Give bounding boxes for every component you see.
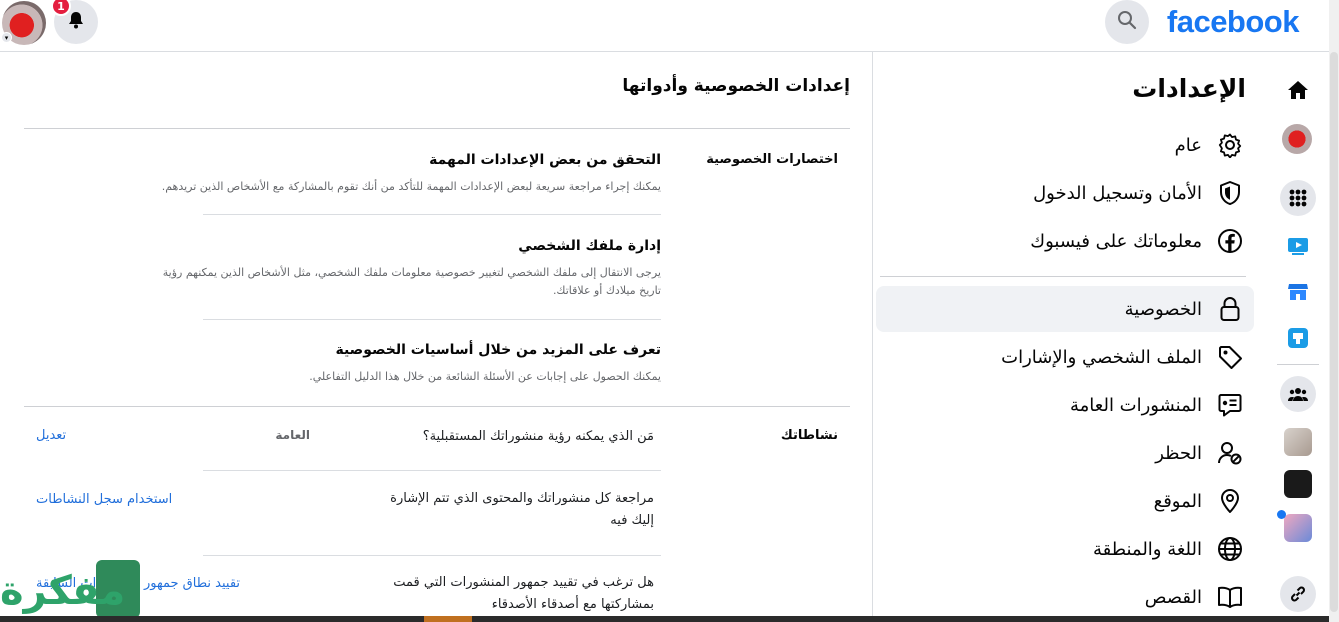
menu-divider xyxy=(880,276,1246,277)
book-icon xyxy=(1214,581,1246,613)
menu-item-label: الموقع xyxy=(1153,490,1202,512)
your-activity-label: نشاطاتك xyxy=(780,428,838,443)
shortcut-privacy-basics[interactable]: تعرف على المزيد من خلال أساسيات الخصوصية… xyxy=(141,342,661,386)
marketplace-icon[interactable] xyxy=(1284,278,1312,306)
watermark-logo: مفكرة xyxy=(0,560,150,622)
row-divider xyxy=(203,555,661,556)
link-icon[interactable] xyxy=(1280,576,1316,612)
shortcut-title: تعرف على المزيد من خلال أساسيات الخصوصية xyxy=(335,342,661,358)
menu-item-label: الأمان وتسجيل الدخول xyxy=(1033,182,1202,204)
group-thumb[interactable] xyxy=(1284,514,1312,542)
taskbar-strip xyxy=(0,616,1329,622)
gaming-icon[interactable] xyxy=(1284,324,1312,352)
shortcut-rail xyxy=(1266,52,1329,622)
menu-item-stories[interactable]: القصص xyxy=(876,574,1254,620)
activity-log-link[interactable]: استخدام سجل النشاطات xyxy=(36,492,172,507)
page-title: إعدادات الخصوصية وأدواتها xyxy=(622,76,850,96)
shield-icon xyxy=(1214,177,1246,209)
block-user-icon xyxy=(1214,437,1246,469)
globe-icon xyxy=(1214,533,1246,565)
bell-icon xyxy=(66,10,86,34)
menu-item-label: عام xyxy=(1174,134,1202,156)
section-divider xyxy=(24,406,850,407)
menu-item-label: الخصوصية xyxy=(1124,298,1202,320)
group-thumb[interactable] xyxy=(1284,470,1312,498)
menu-item-language-region[interactable]: اللغة والمنطقة xyxy=(876,526,1254,572)
scrollbar-thumb[interactable] xyxy=(1330,52,1338,612)
menu-item-label: الملف الشخصي والإشارات xyxy=(1001,346,1202,368)
top-navigation-bar: facebook ▾ 1 xyxy=(0,0,1329,52)
watermark-text: مفكرة xyxy=(0,568,126,614)
public-posts-icon xyxy=(1214,389,1246,421)
menu-item-general[interactable]: عام xyxy=(876,122,1254,168)
menu-item-location[interactable]: الموقع xyxy=(876,478,1254,524)
shortcut-description: يمكنك الحصول على إجابات عن الأسئلة الشائ… xyxy=(309,370,661,383)
activity-question: مراجعة كل منشوراتك والمحتوى الذي تتم الإ… xyxy=(390,491,654,529)
menu-item-label: المنشورات العامة xyxy=(1070,394,1202,416)
account-avatar-button[interactable]: ▾ xyxy=(1,1,46,45)
shortcut-title: التحقق من بعض الإعدادات المهمة xyxy=(429,152,661,168)
taskbar-accent xyxy=(424,616,472,622)
menu-item-label: اللغة والمنطقة xyxy=(1092,538,1202,560)
shortcut-manage-profile[interactable]: إدارة ملفك الشخصي يرجى الانتقال إلى ملفك… xyxy=(141,238,661,299)
vertical-scrollbar[interactable] xyxy=(1329,0,1339,622)
groups-icon[interactable] xyxy=(1280,376,1316,412)
menu-item-label: معلوماتك على فيسبوك xyxy=(1030,230,1202,252)
menu-item-blocking[interactable]: الحظر xyxy=(876,430,1254,476)
shortcut-check-settings[interactable]: التحقق من بعض الإعدادات المهمة يمكنك إجر… xyxy=(141,152,661,196)
shortcut-title: إدارة ملفك الشخصي xyxy=(518,238,661,254)
shortcut-description: يمكنك إجراء مراجعة سريعة لبعض الإعدادات … xyxy=(161,180,661,193)
menu-item-label: القصص xyxy=(1144,586,1202,608)
watch-icon[interactable] xyxy=(1284,232,1312,260)
facebook-circle-icon xyxy=(1214,225,1246,257)
location-pin-icon xyxy=(1214,485,1246,517)
apps-grid-icon[interactable] xyxy=(1280,180,1316,216)
menu-item-public-posts[interactable]: المنشورات العامة xyxy=(876,382,1254,428)
menu-item-privacy[interactable]: الخصوصية xyxy=(876,286,1254,332)
row-divider xyxy=(203,214,661,215)
profile-avatar[interactable] xyxy=(1282,124,1312,154)
settings-title: الإعدادات xyxy=(1132,74,1246,103)
shortcut-description: يرجى الانتقال إلى ملفك الشخصي لتغيير خصو… xyxy=(162,266,661,297)
home-icon[interactable] xyxy=(1284,76,1312,104)
privacy-shortcuts-label: اختصارات الخصوصية xyxy=(706,152,838,167)
lock-icon xyxy=(1214,293,1246,325)
facebook-logo[interactable]: facebook xyxy=(1167,4,1300,40)
rail-divider xyxy=(1277,364,1319,365)
menu-item-security-login[interactable]: الأمان وتسجيل الدخول xyxy=(876,170,1254,216)
menu-item-label: الحظر xyxy=(1155,442,1202,464)
gear-icon xyxy=(1214,129,1246,161)
menu-item-profile-tagging[interactable]: الملف الشخصي والإشارات xyxy=(876,334,1254,380)
search-icon xyxy=(1117,10,1137,34)
activity-question: هل ترغب في تقييد جمهور المنشورات التي قم… xyxy=(393,575,654,613)
section-divider xyxy=(24,128,850,129)
chevron-down-icon: ▾ xyxy=(1,32,12,43)
activity-question: مَن الذي يمكنه رؤية منشوراتك المستقبلية؟ xyxy=(422,429,654,444)
group-thumb[interactable] xyxy=(1284,428,1312,456)
menu-item-your-information[interactable]: معلوماتك على فيسبوك xyxy=(876,218,1254,264)
unread-dot xyxy=(1277,510,1286,519)
privacy-settings-panel: إعدادات الخصوصية وأدواتها اختصارات الخصو… xyxy=(0,52,866,622)
row-divider xyxy=(203,470,661,471)
tag-icon xyxy=(1214,341,1246,373)
edit-link[interactable]: تعديل xyxy=(36,428,66,443)
search-button[interactable] xyxy=(1105,0,1149,44)
audience-value: العامة xyxy=(275,428,310,442)
row-divider xyxy=(203,319,661,320)
settings-menu: الإعدادات عام الأمان وتسجيل الدخول معلوم… xyxy=(872,52,1266,622)
